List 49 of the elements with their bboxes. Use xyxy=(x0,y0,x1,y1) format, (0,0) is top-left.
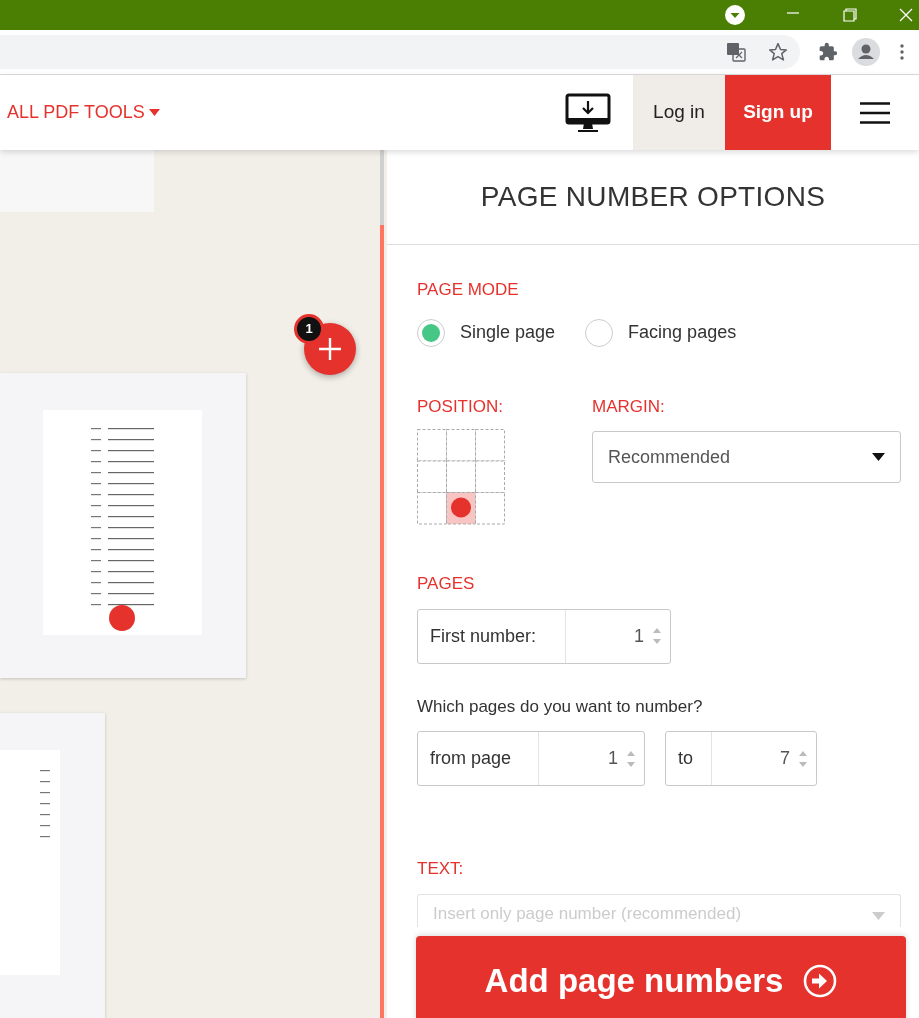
field-label: from page xyxy=(418,732,539,785)
number-field[interactable]: First number: 1 xyxy=(417,608,671,664)
plus-icon xyxy=(318,337,342,361)
field-value: 1 xyxy=(634,624,644,648)
arrow-right-circle-icon xyxy=(803,964,838,998)
caret-down-icon xyxy=(148,108,160,117)
section-label: PAGES xyxy=(417,573,476,595)
section-label: POSITION: xyxy=(417,395,504,418)
avatar-icon[interactable] xyxy=(852,38,880,66)
position-cell[interactable] xyxy=(417,492,447,525)
caret-down-circle-icon[interactable] xyxy=(725,5,745,25)
file-count-badge: 1 xyxy=(294,314,324,344)
panel-title: PAGE NUMBER OPTIONS xyxy=(480,180,826,214)
caret-down-icon xyxy=(872,453,885,461)
field-label: to xyxy=(666,732,712,785)
signup-button[interactable]: Sign up xyxy=(725,75,831,150)
field-label: First number: xyxy=(418,609,566,663)
page-number-marker xyxy=(109,605,135,631)
radio-option[interactable]: Facing pages xyxy=(585,318,737,347)
position-cell[interactable] xyxy=(417,460,447,493)
more-icon[interactable] xyxy=(900,44,904,60)
field-value: 1 xyxy=(608,747,618,770)
position-cell[interactable] xyxy=(446,492,476,525)
position-cell[interactable] xyxy=(446,429,476,462)
login-button[interactable]: Log in xyxy=(633,75,725,150)
puzzle-piece-icon[interactable] xyxy=(818,42,838,62)
question-text: Which pages do you want to number? xyxy=(417,695,704,718)
desktop-download-icon[interactable] xyxy=(565,92,611,133)
menu-icon[interactable] xyxy=(860,101,890,124)
section-label: PAGE MODE xyxy=(417,279,520,301)
add-page-numbers-button[interactable]: Add page numbers xyxy=(416,936,906,1018)
position-cell[interactable] xyxy=(475,492,505,525)
margin-dropdown[interactable]: Recommended xyxy=(592,431,901,483)
field-value: 7 xyxy=(780,747,790,770)
number-field[interactable]: to 7 xyxy=(665,731,817,786)
position-cell[interactable] xyxy=(446,460,476,493)
number-field[interactable]: from page 1 xyxy=(417,731,645,786)
restore-icon[interactable] xyxy=(843,8,857,22)
position-cell[interactable] xyxy=(417,429,447,462)
tools-menu[interactable]: ALL PDF TOOLS xyxy=(0,75,160,150)
section-label: TEXT: xyxy=(417,858,465,880)
position-cell[interactable] xyxy=(475,429,505,462)
star-icon[interactable] xyxy=(768,42,788,62)
position-cell[interactable] xyxy=(475,460,505,493)
radio-option[interactable]: Single page xyxy=(417,318,556,347)
close-icon[interactable] xyxy=(899,8,913,22)
translate-icon[interactable] xyxy=(726,42,746,62)
section-label: MARGIN: xyxy=(592,395,666,418)
caret-down-icon xyxy=(872,911,885,920)
